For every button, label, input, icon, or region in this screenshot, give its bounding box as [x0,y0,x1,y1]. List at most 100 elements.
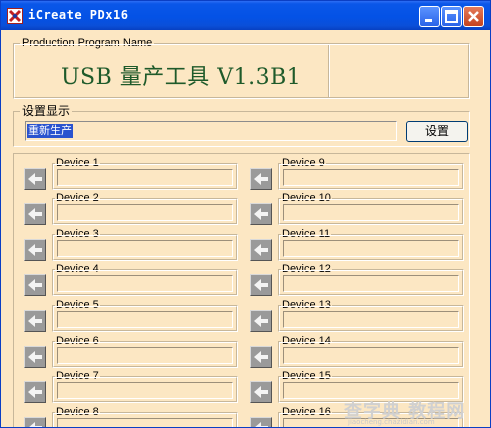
device-16-arrow-button[interactable] [250,417,272,427]
device-3-box: Device 3 [52,228,238,261]
device-9-status-field [283,169,459,186]
device-10-box: Device 10 [278,192,464,225]
program-divider [328,44,330,98]
status-field[interactable]: 重新生产 [25,121,397,141]
device-10-status-field [283,204,459,221]
device-2-arrow-button[interactable] [24,203,46,225]
device-panel-11: Device 11 [250,228,464,261]
device-10-arrow-button[interactable] [250,203,272,225]
device-5-box: Device 5 [52,299,238,332]
device-14-status-field [283,347,459,364]
status-text: 重新生产 [27,124,73,138]
left-arrow-icon [254,351,268,363]
device-panel-14: Device 14 [250,335,464,368]
settings-button[interactable]: 设置 [406,121,468,142]
device-panel-5: Device 5 [24,299,238,332]
device-5-arrow-button[interactable] [24,310,46,332]
device-13-label: Device 13 [281,299,332,311]
device-4-status-field [57,275,233,292]
close-button[interactable] [463,6,484,27]
device-6-label: Device 6 [55,335,100,347]
device-4-label: Device 4 [55,263,100,275]
device-12-label: Device 12 [281,263,332,275]
device-11-box: Device 11 [278,228,464,261]
device-panel-10: Device 10 [250,192,464,225]
device-3-arrow-button[interactable] [24,239,46,261]
device-15-label: Device 15 [281,370,332,382]
device-12-box: Device 12 [278,263,464,296]
device-13-arrow-button[interactable] [250,310,272,332]
left-arrow-icon [254,279,268,291]
app-window: iCreate PDx16 Production Program Name US… [0,0,491,428]
device-7-status-field [57,382,233,399]
device-2-status-field [57,204,233,221]
program-name: USB 量产工具 V1.3B1 [61,65,302,90]
device-13-box: Device 13 [278,299,464,332]
device-6-status-field [57,347,233,364]
minimize-icon [425,19,432,22]
device-14-arrow-button[interactable] [250,346,272,368]
device-1-status-field [57,169,233,186]
settings-display-group: 设置显示 重新生产 设置 [13,105,470,147]
production-program-group: Production Program Name USB 量产工具 V1.3B1 [13,37,470,99]
window-title: iCreate PDx16 [28,8,129,22]
device-8-box: Device 8 [52,406,238,427]
left-arrow-icon [254,173,268,185]
device-14-label: Device 14 [281,335,332,347]
device-panel-6: Device 6 [24,335,238,368]
device-3-label: Device 3 [55,228,100,240]
app-icon[interactable] [7,8,23,24]
device-panel-13: Device 13 [250,299,464,332]
device-2-label: Device 2 [55,192,100,204]
device-8-status-field [57,418,233,427]
settings-display-legend: 设置显示 [20,104,73,118]
device-11-status-field [283,240,459,257]
left-arrow-icon [255,422,268,427]
device-5-label: Device 5 [55,299,100,311]
device-1-arrow-button[interactable] [24,168,46,190]
close-icon [468,11,479,22]
maximize-button[interactable] [441,6,462,27]
minimize-button[interactable] [419,6,440,27]
device-3-status-field [57,240,233,257]
left-arrow-icon [28,173,42,185]
device-1-label: Device 1 [55,157,100,169]
device-11-arrow-button[interactable] [250,239,272,261]
device-7-arrow-button[interactable] [24,381,46,403]
title-bar[interactable]: iCreate PDx16 [1,1,490,30]
device-7-label: Device 7 [55,370,100,382]
left-arrow-icon [254,244,268,256]
left-arrow-icon [254,315,268,327]
device-panel-2: Device 2 [24,192,238,225]
device-15-arrow-button[interactable] [250,381,272,403]
device-6-box: Device 6 [52,335,238,368]
device-11-label: Device 11 [281,228,332,240]
left-arrow-icon [28,279,42,291]
device-12-status-field [283,275,459,292]
device-10-label: Device 10 [281,192,332,204]
device-5-status-field [57,311,233,328]
device-8-arrow-button[interactable] [24,417,46,427]
left-arrow-icon [28,208,42,220]
device-panel-3: Device 3 [24,228,238,261]
device-9-arrow-button[interactable] [250,168,272,190]
device-1-box: Device 1 [52,157,238,190]
device-12-arrow-button[interactable] [250,274,272,296]
device-6-arrow-button[interactable] [24,346,46,368]
device-panel-7: Device 7 [24,370,238,403]
device-4-arrow-button[interactable] [24,274,46,296]
left-arrow-icon [254,386,268,398]
device-panel-15: Device 15 [250,370,464,403]
left-arrow-icon [254,208,268,220]
device-panel-4: Device 4 [24,263,238,296]
device-7-box: Device 7 [52,370,238,403]
maximize-icon [445,10,458,23]
left-arrow-icon [28,315,42,327]
left-arrow-icon [29,422,42,427]
watermark-url: jiaocheng.chazidian.com [348,418,435,426]
left-arrow-icon [28,244,42,256]
devices-area: Device 1 Device 2 Device 3 Device 4 Devi… [13,153,470,427]
device-panel-9: Device 9 [250,157,464,190]
device-14-box: Device 14 [278,335,464,368]
device-9-label: Device 9 [281,157,326,169]
